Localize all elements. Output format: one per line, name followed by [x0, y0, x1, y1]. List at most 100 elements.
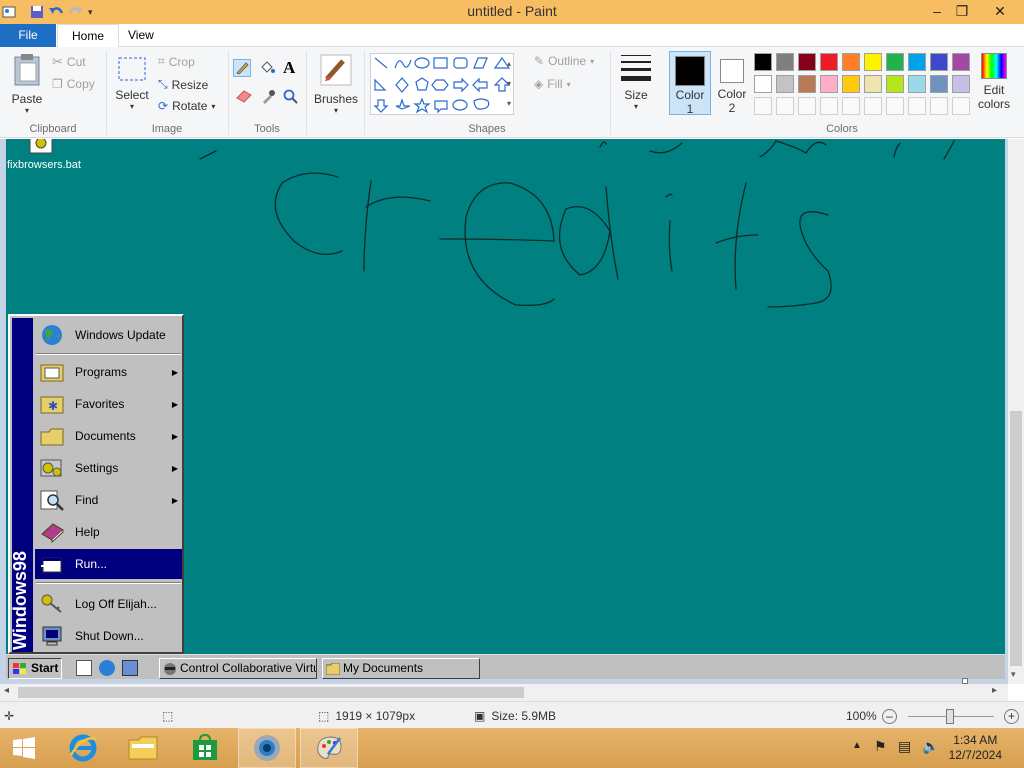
palette-custom-swatch[interactable]: [908, 97, 926, 115]
palette-custom-swatch[interactable]: [820, 97, 838, 115]
volume-muted-icon[interactable]: 🔈: [922, 738, 939, 755]
select-button[interactable]: Select ▾: [112, 55, 152, 111]
rotate-button[interactable]: ⟳ Rotate ▾: [158, 99, 215, 113]
quick-launch-ie-icon[interactable]: [99, 660, 115, 676]
win8-start-button[interactable]: [0, 728, 48, 768]
scroll-thumb[interactable]: [1010, 411, 1022, 666]
taskbar-file-explorer[interactable]: [114, 728, 172, 768]
palette-color-swatch[interactable]: [930, 53, 948, 71]
win98-taskbar: Start Control Collaborative Virtua... My…: [6, 654, 1005, 679]
magnifier-tool[interactable]: [283, 89, 301, 107]
menu-item-favorites[interactable]: ✱ Favorites ▶: [35, 389, 182, 419]
menu-item-help[interactable]: Help: [35, 517, 182, 547]
edit-colors-button[interactable]: Edit colors: [974, 53, 1014, 111]
scroll-down-arrow[interactable]: ▾: [1011, 669, 1016, 680]
paste-button[interactable]: Paste ▾: [8, 53, 46, 115]
palette-custom-swatch[interactable]: [930, 97, 948, 115]
size-label: Size: [624, 88, 648, 102]
palette-color-swatch[interactable]: [776, 75, 794, 93]
menu-item-documents[interactable]: Documents ▶: [35, 421, 182, 451]
size-button[interactable]: Size ▾: [616, 53, 656, 111]
palette-color-swatch[interactable]: [754, 53, 772, 71]
color-picker-tool[interactable]: [260, 89, 278, 107]
palette-color-swatch[interactable]: [864, 53, 882, 71]
cut-button[interactable]: ✂ Cut: [52, 54, 86, 70]
handdrawn-credits-text: [199, 140, 955, 308]
color1-button[interactable]: Color 1: [669, 51, 711, 116]
quick-launch-channels-icon[interactable]: [122, 660, 138, 676]
palette-color-swatch[interactable]: [776, 53, 794, 71]
fill-tool[interactable]: [258, 59, 276, 77]
palette-color-swatch[interactable]: [798, 75, 816, 93]
palette-custom-swatch[interactable]: [842, 97, 860, 115]
palette-color-swatch[interactable]: [886, 53, 904, 71]
palette-custom-swatch[interactable]: [886, 97, 904, 115]
palette-custom-swatch[interactable]: [864, 97, 882, 115]
palette-color-swatch[interactable]: [908, 53, 926, 71]
show-hidden-icons-button[interactable]: ▲: [852, 740, 862, 751]
taskbar-store[interactable]: [176, 728, 234, 768]
scroll-left-arrow[interactable]: ◂: [4, 685, 9, 696]
palette-custom-swatch[interactable]: [776, 97, 794, 115]
menu-item-log-off[interactable]: Log Off Elijah...: [35, 589, 182, 619]
taskbar-task-my-documents[interactable]: My Documents: [322, 658, 480, 679]
shapes-scroll[interactable]: ▴ ▾ ▾: [503, 54, 515, 114]
palette-color-swatch[interactable]: [842, 75, 860, 93]
crop-button[interactable]: ⌗ Crop: [158, 54, 195, 69]
close-button[interactable]: ✕: [980, 0, 1020, 22]
menu-item-find[interactable]: Find ▶: [35, 485, 182, 515]
quick-launch-desktop-icon[interactable]: [76, 660, 92, 676]
action-center-flag-icon[interactable]: ⚑: [874, 738, 887, 755]
copy-button[interactable]: ❐ Copy: [52, 77, 95, 91]
taskbar-ie[interactable]: [54, 728, 112, 768]
vertical-scrollbar[interactable]: ▾: [1008, 139, 1024, 684]
documents-folder-icon: [40, 428, 64, 446]
taskbar-task-control[interactable]: Control Collaborative Virtua...: [159, 658, 317, 679]
shapes-gallery[interactable]: ▴ ▾ ▾: [370, 53, 514, 115]
palette-color-swatch[interactable]: [908, 75, 926, 93]
palette-color-swatch[interactable]: [798, 53, 816, 71]
palette-color-swatch[interactable]: [952, 75, 970, 93]
system-clock[interactable]: 1:34 AM 12/7/2024: [949, 733, 1002, 763]
text-tool[interactable]: A: [283, 58, 301, 77]
paint-canvas[interactable]: fixbrowsers.bat Windows98 Windows Update…: [6, 139, 1005, 679]
run-icon: [41, 557, 62, 573]
color2-button[interactable]: Color 2: [713, 51, 751, 115]
outline-button[interactable]: ✎ Outline ▾: [534, 54, 594, 68]
network-icon[interactable]: ▤: [898, 738, 911, 755]
tab-home[interactable]: Home: [57, 24, 120, 48]
menu-item-shut-down[interactable]: Shut Down...: [35, 621, 182, 651]
start-button[interactable]: Start: [8, 658, 62, 679]
menu-item-programs[interactable]: Programs ▶: [35, 357, 182, 387]
palette-color-swatch[interactable]: [930, 75, 948, 93]
taskbar-paint[interactable]: [300, 728, 358, 768]
palette-color-swatch[interactable]: [864, 75, 882, 93]
zoom-in-button[interactable]: +: [1004, 709, 1019, 724]
palette-custom-swatch[interactable]: [952, 97, 970, 115]
menu-item-run[interactable]: Run...: [35, 549, 182, 579]
palette-custom-swatch[interactable]: [754, 97, 772, 115]
tab-file[interactable]: File: [0, 24, 56, 47]
scroll-thumb[interactable]: [18, 687, 524, 698]
palette-color-swatch[interactable]: [820, 53, 838, 71]
palette-color-swatch[interactable]: [754, 75, 772, 93]
eraser-tool[interactable]: [235, 89, 253, 107]
fill-button[interactable]: ◈ Fill ▾: [534, 77, 571, 91]
zoom-slider-thumb[interactable]: [946, 709, 954, 724]
brushes-button[interactable]: Brushes ▾: [312, 53, 360, 115]
restore-button[interactable]: ❐: [947, 0, 977, 22]
palette-custom-swatch[interactable]: [798, 97, 816, 115]
palette-color-swatch[interactable]: [886, 75, 904, 93]
palette-color-swatch[interactable]: [820, 75, 838, 93]
resize-button[interactable]: ⤡ Resize: [158, 77, 208, 92]
menu-item-settings[interactable]: Settings ▶: [35, 453, 182, 483]
pencil-tool[interactable]: [233, 59, 251, 77]
horizontal-scrollbar[interactable]: ◂ ▸: [0, 684, 1008, 701]
taskbar-vm-app[interactable]: [238, 728, 296, 768]
palette-color-swatch[interactable]: [952, 53, 970, 71]
tab-view[interactable]: View: [114, 24, 168, 47]
menu-item-windows-update[interactable]: Windows Update: [35, 318, 182, 352]
palette-color-swatch[interactable]: [842, 53, 860, 71]
zoom-out-button[interactable]: –: [882, 709, 897, 724]
scroll-right-arrow[interactable]: ▸: [992, 685, 997, 696]
